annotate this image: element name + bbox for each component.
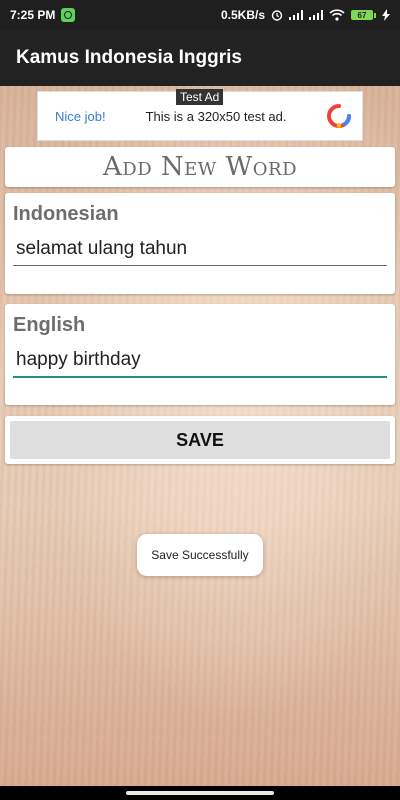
battery-icon: 67 [351,10,376,20]
english-input[interactable]: happy birthday [13,349,387,378]
form-title-card: Add New Word [5,147,395,187]
app-bar: Kamus Indonesia Inggris [0,30,400,86]
app-notification-icon [61,8,76,22]
ad-headline: Nice job! [55,108,106,124]
admob-icon [327,104,351,128]
page-title: Add New Word [102,152,298,182]
english-label: English [13,314,86,336]
app-title: Kamus Indonesia Inggris [16,47,242,68]
network-speed: 0.5KB/s [220,8,265,22]
status-bar: 7:25 PM 0.5KB/s 67 [0,0,400,30]
ad-tag: Test Ad [176,89,224,105]
home-gesture-handle[interactable] [126,791,274,795]
english-card: English happy birthday [5,304,395,405]
test-ad-banner[interactable]: Test Ad Nice job! This is a 320x50 test … [37,89,363,141]
save-card: SAVE [5,416,395,464]
indonesian-label: Indonesian [13,203,119,225]
charging-icon [382,9,390,21]
wifi-icon [329,9,345,21]
toast-message: Save Successfully [137,534,263,576]
status-time: 7:25 PM [10,8,56,22]
indonesian-input[interactable]: selamat ulang tahun [13,238,387,266]
indonesian-card: Indonesian selamat ulang tahun [5,193,395,294]
save-button[interactable]: SAVE [10,421,390,459]
navigation-bar [0,786,400,800]
ad-text: This is a 320x50 test ad. [145,108,287,124]
alarm-icon [271,10,283,21]
signal-icon [289,10,303,20]
signal-icon [309,10,323,20]
main-content: Test Ad Nice job! This is a 320x50 test … [0,86,400,786]
battery-level: 67 [351,10,373,20]
